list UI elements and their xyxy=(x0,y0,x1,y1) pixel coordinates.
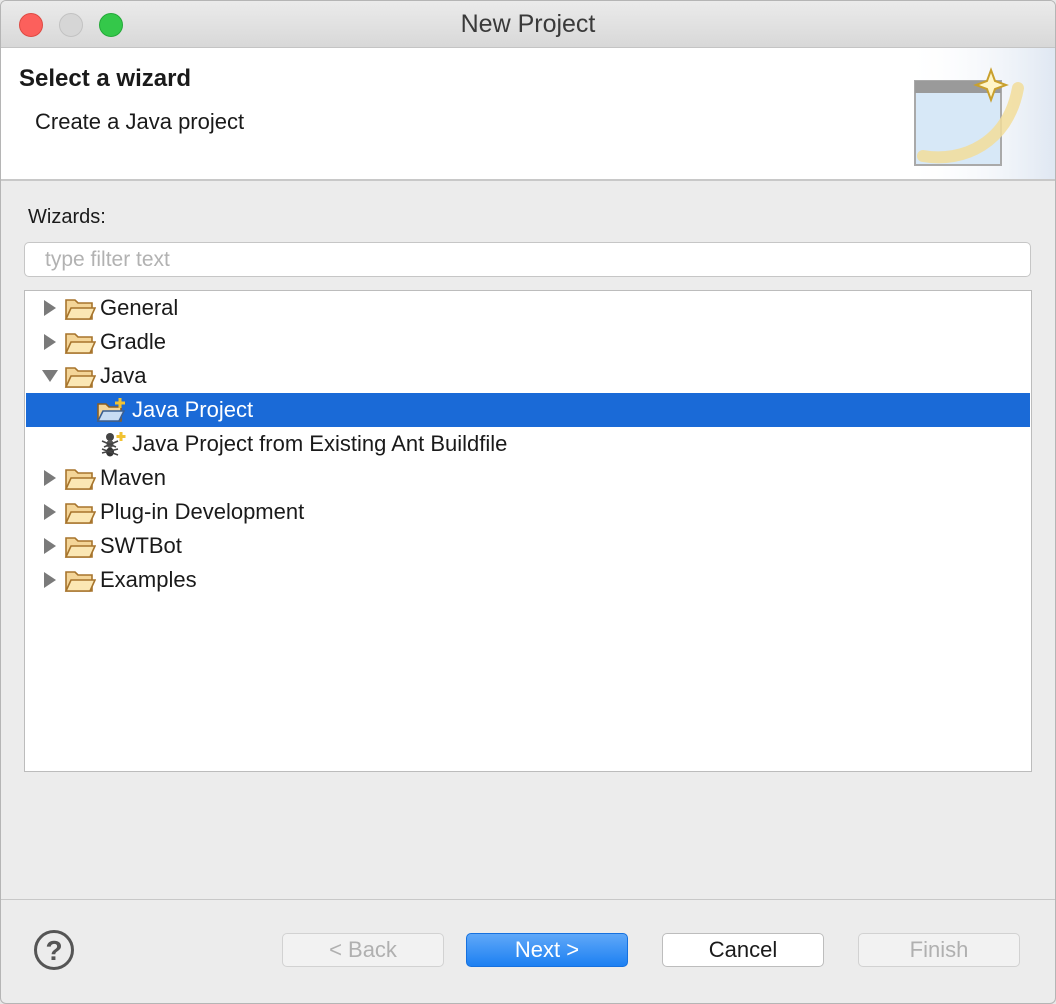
tree-item-label: Maven xyxy=(100,465,167,490)
expand-arrow-icon[interactable] xyxy=(40,461,60,495)
folder-icon xyxy=(64,571,96,592)
collapse-arrow-icon[interactable] xyxy=(40,359,60,393)
folder-icon xyxy=(64,469,96,490)
folder-icon xyxy=(64,333,96,354)
tree-item-examples[interactable]: Examples xyxy=(26,563,1030,597)
tree-item-label: Plug-in Development xyxy=(100,499,305,524)
tree-item-label: Java xyxy=(100,363,147,388)
expand-arrow-icon[interactable] xyxy=(40,325,60,359)
wizard-tree[interactable]: General Gradle Java Java Project Java Pr… xyxy=(24,290,1032,772)
wizard-header: Select a wizard Create a Java project xyxy=(1,48,1055,181)
wizards-label: Wizards: xyxy=(28,206,106,228)
tree-item-general[interactable]: General xyxy=(26,291,1030,325)
expand-arrow-icon[interactable] xyxy=(40,495,60,529)
tree-item-swtbot[interactable]: SWTBot xyxy=(26,529,1030,563)
cancel-button[interactable]: Cancel xyxy=(662,933,824,967)
tree-item-label: Examples xyxy=(100,567,197,592)
tree-item-maven[interactable]: Maven xyxy=(26,461,1030,495)
new-wizard-banner-icon xyxy=(903,48,1055,179)
footer-divider xyxy=(1,899,1055,900)
tree-item-label: General xyxy=(100,295,179,320)
next-button[interactable]: Next > xyxy=(466,933,628,967)
tree-item-java-project-ant[interactable]: Java Project from Existing Ant Buildfile xyxy=(26,427,1030,461)
title-bar[interactable]: New Project xyxy=(1,1,1055,48)
folder-icon xyxy=(64,367,96,388)
wizard-header-title: Select a wizard xyxy=(19,65,192,92)
help-button[interactable]: ? xyxy=(34,930,74,970)
tree-item-label: SWTBot xyxy=(100,533,182,558)
tree-item-java-project[interactable]: Java Project xyxy=(26,393,1030,427)
window-title: New Project xyxy=(460,10,596,38)
folder-icon xyxy=(64,537,96,558)
folder-icon xyxy=(64,503,96,524)
tree-item-label: Java Project from Existing Ant Buildfile xyxy=(132,431,508,456)
folder-icon xyxy=(64,299,96,320)
tree-item-plugin-development[interactable]: Plug-in Development xyxy=(26,495,1030,529)
expand-arrow-icon[interactable] xyxy=(40,529,60,563)
tree-item-label: Gradle xyxy=(100,329,167,354)
wizard-header-description: Create a Java project xyxy=(35,109,245,134)
new-project-dialog: New Project Select a wizard Create a Jav… xyxy=(0,0,1056,1004)
tree-item-gradle[interactable]: Gradle xyxy=(26,325,1030,359)
expand-arrow-icon[interactable] xyxy=(40,563,60,597)
finish-button[interactable]: Finish xyxy=(858,933,1020,967)
tree-item-java[interactable]: Java xyxy=(26,359,1030,393)
ant-icon xyxy=(101,432,126,457)
expand-arrow-icon[interactable] xyxy=(40,291,60,325)
tree-item-label: Java Project xyxy=(132,397,254,422)
back-button[interactable]: < Back xyxy=(282,933,444,967)
java-project-icon xyxy=(96,398,126,422)
filter-input[interactable] xyxy=(24,242,1031,277)
